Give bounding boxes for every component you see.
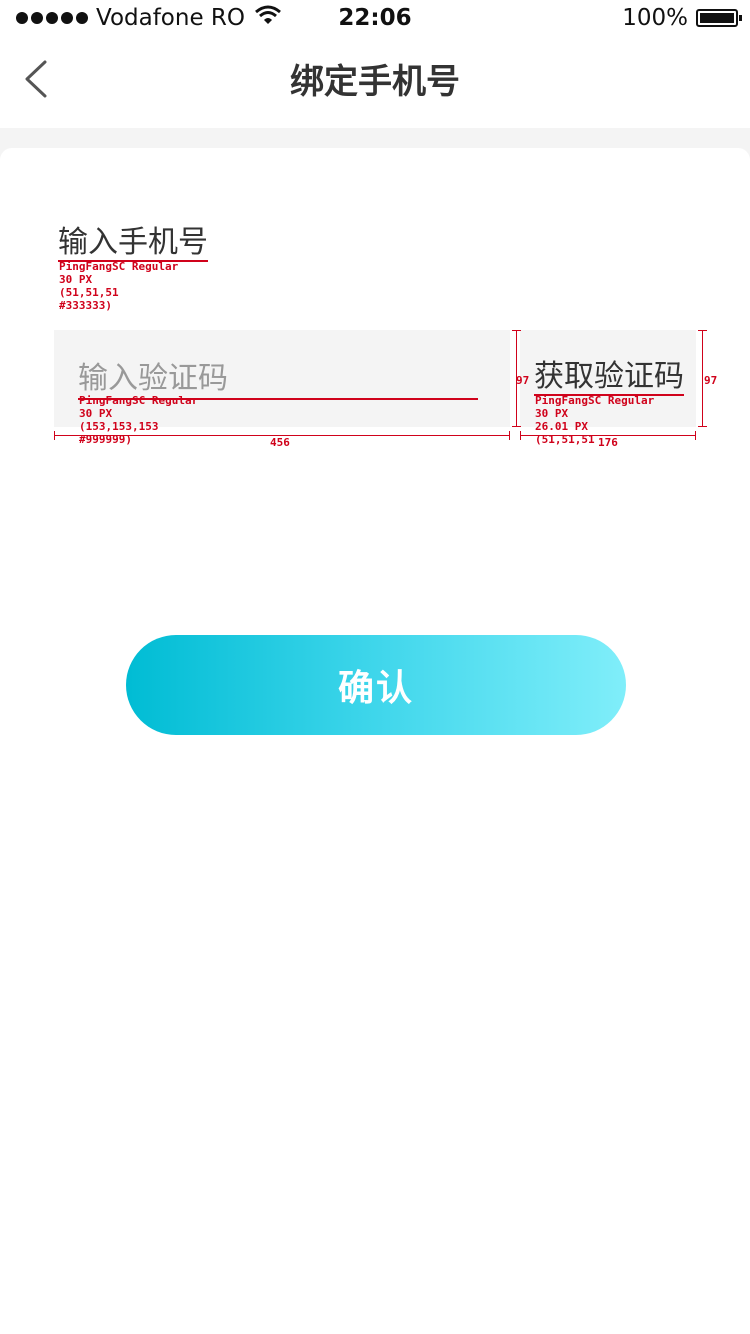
annotation-line: #333333) <box>59 299 112 312</box>
dimension-label: 97 <box>516 374 530 387</box>
dimension-tick <box>695 431 696 440</box>
battery-icon <box>696 9 742 27</box>
annotation-line: 30 PX <box>79 407 113 420</box>
status-right: 100% <box>622 5 742 31</box>
code-field-annotation: PingFangSC Regular 30 PX (153,153,153 #9… <box>79 394 198 446</box>
status-bar: Vodafone RO 22:06 100% <box>0 0 750 40</box>
annotation-line: (153,153,153 <box>79 420 159 433</box>
annotation-line: 30 PX <box>535 407 569 420</box>
annotation-line: PingFangSC Regular <box>59 260 179 273</box>
dimension-tick <box>698 330 707 331</box>
dimension-tick <box>512 426 521 427</box>
phone-label: 输入手机号 <box>58 225 208 262</box>
annotation-line: PingFangSC Regular <box>535 394 655 407</box>
dimension-label: 456 <box>270 436 290 449</box>
dimension-tick <box>54 431 55 440</box>
dimension-tick <box>509 431 510 440</box>
dimension-label: 97 <box>704 374 718 387</box>
dimension-line <box>702 330 703 427</box>
confirm-button[interactable]: 确认 <box>126 635 626 735</box>
annotation-line: PingFangSC Regular <box>79 394 199 407</box>
dimension-label: 176 <box>598 436 618 449</box>
phone-label-annotation: PingFangSC Regular 30 PX (51,51,51 #3333… <box>59 260 178 312</box>
annotation-line: (51,51,51 <box>59 286 119 299</box>
get-code-label: 获取验证码 <box>534 359 684 396</box>
annotation-line: 30 PX <box>59 273 93 286</box>
confirm-label: 确认 <box>337 668 414 709</box>
get-code-annotation: PingFangSC Regular 30 PX 26.01 PX (51,51… <box>535 394 654 446</box>
nav-bar: 绑定手机号 <box>0 40 750 128</box>
page-title: 绑定手机号 <box>290 62 460 102</box>
dimension-tick <box>512 330 521 331</box>
dimension-tick <box>698 426 707 427</box>
dimension-tick <box>520 431 521 440</box>
content-card: 输入手机号 PingFangSC Regular 30 PX (51,51,51… <box>0 148 750 1334</box>
annotation-line: 26.01 PX <box>535 420 588 433</box>
battery-percent: 100% <box>622 5 688 31</box>
